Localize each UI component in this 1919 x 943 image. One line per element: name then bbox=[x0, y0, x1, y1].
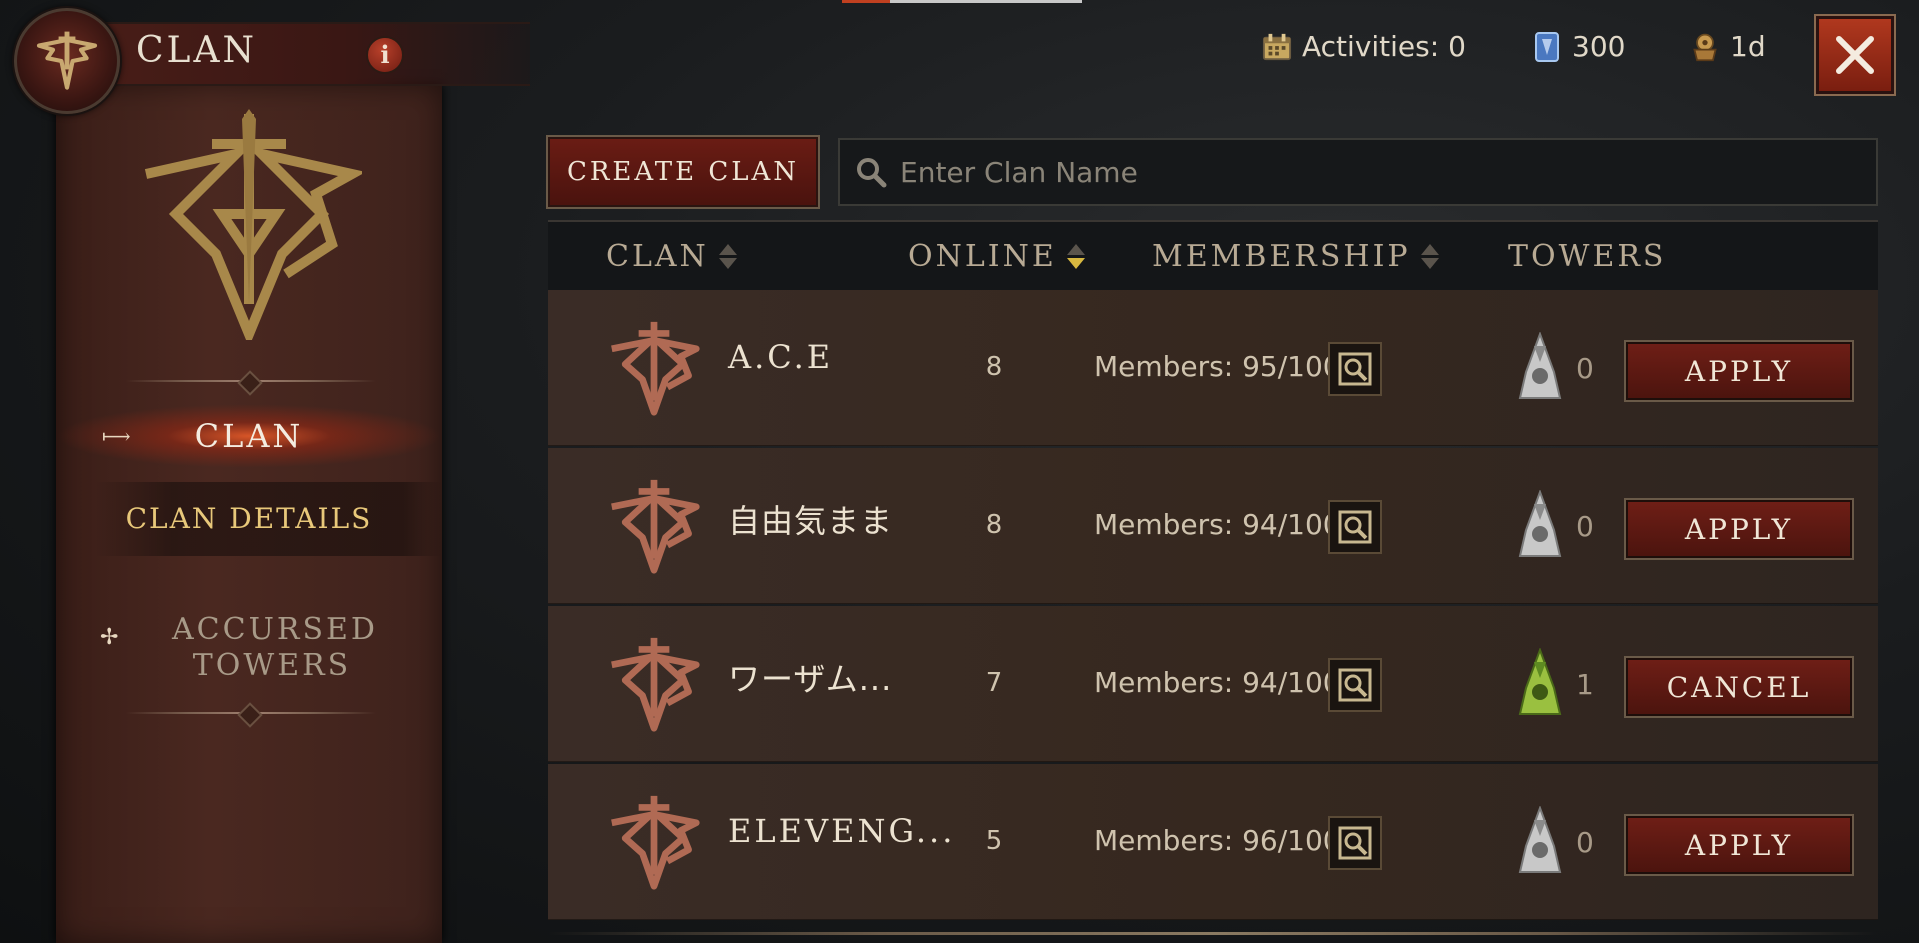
close-button[interactable] bbox=[1816, 16, 1894, 94]
view-clan-button[interactable] bbox=[1328, 500, 1382, 554]
clan-emblem-icon bbox=[611, 795, 700, 890]
magnify-scroll-icon bbox=[1338, 352, 1372, 386]
view-clan-button[interactable] bbox=[1328, 658, 1382, 712]
close-icon bbox=[1836, 36, 1874, 74]
view-clan-button[interactable] bbox=[1328, 816, 1382, 870]
cross-marker-icon: ✢ bbox=[100, 625, 122, 650]
online-count: 7 bbox=[985, 668, 1003, 698]
timer-counter[interactable]: 1d bbox=[1690, 30, 1766, 63]
apply-button[interactable]: APPLY bbox=[1626, 342, 1852, 400]
search-bar[interactable] bbox=[838, 138, 1878, 206]
column-header-online[interactable]: ONLINE bbox=[908, 222, 1085, 290]
column-header-clan[interactable]: CLAN bbox=[606, 222, 737, 290]
sidebar-divider bbox=[126, 380, 376, 382]
clan-emblem-icon bbox=[611, 321, 700, 416]
column-header-label: CLAN bbox=[606, 238, 709, 274]
membership-count: Members: 94/100 bbox=[1094, 508, 1341, 541]
search-icon bbox=[857, 158, 887, 188]
activities-label: Activities: 0 bbox=[1302, 30, 1466, 63]
membership-count: Members: 94/100 bbox=[1094, 666, 1341, 699]
clan-name: 自由気まま bbox=[728, 502, 894, 540]
info-icon[interactable]: i bbox=[366, 36, 404, 74]
sidebar-item-clan[interactable]: ⟼ CLAN bbox=[56, 404, 442, 468]
table-header: CLAN ONLINE MEMBERSHIP TOWERS bbox=[548, 220, 1878, 292]
table-row[interactable]: 自由気まま 8 Members: 94/100 0 APPLY bbox=[548, 448, 1878, 604]
tower-count: 1 bbox=[1576, 668, 1594, 701]
timer-value: 1d bbox=[1730, 30, 1766, 63]
active-marker-icon: ⟼ bbox=[102, 424, 134, 448]
top-progress-accent bbox=[842, 0, 1082, 3]
magnify-scroll-icon bbox=[1338, 826, 1372, 860]
crystal-value: 300 bbox=[1572, 30, 1626, 63]
membership-count: Members: 96/100 bbox=[1094, 824, 1341, 857]
sidebar-item-accursed-towers[interactable]: ✢ ACCURSED TOWERS bbox=[56, 612, 442, 684]
clan-name: A.C.E bbox=[728, 338, 834, 376]
online-count: 8 bbox=[985, 510, 1003, 540]
sidebar-item-clan-details[interactable]: CLAN DETAILS bbox=[56, 482, 442, 556]
tower-count: 0 bbox=[1576, 352, 1594, 385]
crystal-icon bbox=[1532, 31, 1562, 62]
column-header-label: MEMBERSHIP bbox=[1152, 238, 1411, 274]
clan-name: ELEVENG... bbox=[728, 812, 956, 850]
tower-count: 0 bbox=[1576, 826, 1594, 859]
online-count: 8 bbox=[985, 352, 1003, 382]
membership-count: Members: 95/100 bbox=[1094, 350, 1341, 383]
sidebar-divider bbox=[126, 712, 376, 714]
table-row[interactable]: ワーザム... 7 Members: 94/100 1 CANCEL bbox=[548, 606, 1878, 762]
sidebar-item-label: CLAN DETAILS bbox=[125, 502, 373, 535]
clan-name: ワーザム... bbox=[728, 660, 893, 698]
clan-emblem-icon bbox=[611, 479, 700, 574]
online-count: 5 bbox=[985, 826, 1003, 856]
tower-icon bbox=[1518, 490, 1562, 557]
table-row[interactable]: ELEVENG... 5 Members: 96/100 0 APPLY bbox=[548, 764, 1878, 920]
create-clan-button[interactable]: CREATE CLAN bbox=[548, 137, 818, 207]
apply-button[interactable]: APPLY bbox=[1626, 500, 1852, 558]
activities-counter[interactable]: Activities: 0 bbox=[1262, 30, 1466, 63]
clan-emblem-badge bbox=[14, 8, 120, 114]
tower-count: 0 bbox=[1576, 510, 1594, 543]
clan-emblem-icon bbox=[611, 637, 700, 732]
calendar-icon bbox=[1262, 32, 1292, 62]
magnify-scroll-icon bbox=[1338, 510, 1372, 544]
column-header-label: TOWERS bbox=[1508, 238, 1667, 274]
list-bottom-divider bbox=[548, 932, 1878, 935]
page-title: CLAN bbox=[136, 30, 257, 71]
sidebar: ⟼ CLAN CLAN DETAILS ✢ ACCURSED TOWERS bbox=[56, 84, 442, 943]
clan-list: A.C.E 8 Members: 95/100 0 APPLY 自由気まま 8 … bbox=[548, 290, 1878, 922]
sort-icon bbox=[1420, 243, 1439, 269]
clan-large-emblem-icon bbox=[144, 109, 362, 340]
sidebar-item-label: ACCURSED TOWERS bbox=[172, 612, 378, 683]
magnify-scroll-icon bbox=[1338, 668, 1372, 702]
sidebar-item-label: CLAN bbox=[194, 417, 304, 455]
cancel-button[interactable]: CANCEL bbox=[1626, 658, 1852, 716]
crystal-counter[interactable]: 300 bbox=[1532, 30, 1625, 63]
clan-emblem-icon bbox=[36, 31, 98, 90]
tower-active-icon bbox=[1518, 648, 1562, 715]
view-clan-button[interactable] bbox=[1328, 342, 1382, 396]
title-bar bbox=[60, 22, 530, 86]
column-header-membership[interactable]: MEMBERSHIP bbox=[1152, 222, 1439, 290]
table-row[interactable]: A.C.E 8 Members: 95/100 0 APPLY bbox=[548, 290, 1878, 446]
column-header-towers: TOWERS bbox=[1508, 222, 1666, 290]
sort-icon bbox=[718, 243, 737, 269]
sort-active-icon bbox=[1066, 243, 1085, 269]
search-input[interactable] bbox=[898, 154, 1862, 190]
column-header-label: ONLINE bbox=[908, 238, 1057, 274]
chest-icon bbox=[1690, 32, 1720, 62]
tower-icon bbox=[1518, 806, 1562, 873]
apply-button[interactable]: APPLY bbox=[1626, 816, 1852, 874]
tower-icon bbox=[1518, 332, 1562, 399]
